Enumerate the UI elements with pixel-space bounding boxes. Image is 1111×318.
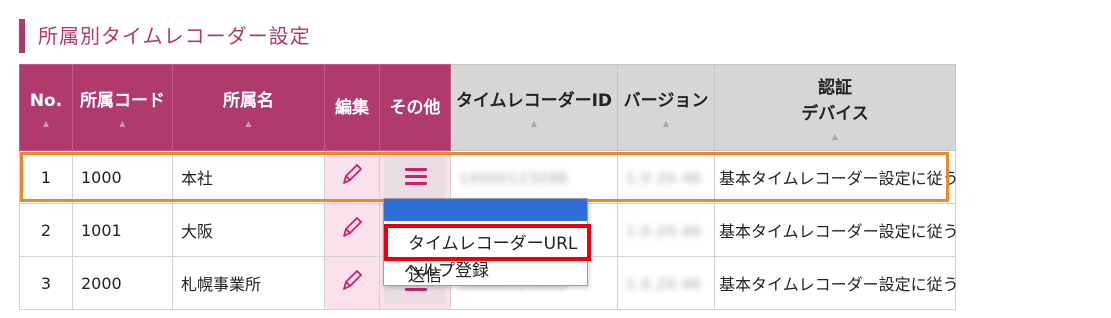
edit-cell xyxy=(324,203,380,257)
cell-device: 基本タイムレコーダー設定に従う xyxy=(714,256,959,310)
sort-icon[interactable]: ▲ xyxy=(20,119,72,128)
cell-device: 基本タイムレコーダー設定に従う xyxy=(714,150,959,204)
pencil-icon[interactable] xyxy=(340,215,364,245)
col-header-edit-label: 編集 xyxy=(335,97,369,118)
other-cell xyxy=(379,150,451,204)
sort-icon[interactable]: ▲ xyxy=(618,119,714,128)
col-header-no[interactable]: No. ▲ xyxy=(19,64,73,151)
pencil-icon[interactable] xyxy=(340,268,364,298)
sort-icon[interactable]: ▲ xyxy=(73,119,172,128)
sort-icon[interactable]: ▲ xyxy=(451,119,617,128)
table-header-row: No. ▲ 所属コード ▲ 所属名 ▲ 編集 その他 タイムレコーダーID ▲ xyxy=(19,64,956,151)
col-header-auth-label-1: 認証 xyxy=(818,77,852,98)
col-header-no-label: No. xyxy=(29,90,63,111)
col-header-other-label: その他 xyxy=(389,97,441,118)
col-header-auth-label-2: デバイス xyxy=(801,103,869,124)
cell-name: 大阪 xyxy=(172,203,325,257)
cell-tr-id: 14000123598 xyxy=(450,150,618,204)
cell-version: 1.0.20.46 xyxy=(617,150,715,204)
col-header-name-label: 所属名 xyxy=(223,90,274,111)
sort-icon[interactable]: ▲ xyxy=(715,132,955,141)
hamburger-menu-button[interactable] xyxy=(384,156,446,198)
hamburger-bar xyxy=(405,182,427,185)
hamburger-menu-icon xyxy=(405,168,427,171)
col-header-tr-id[interactable]: タイムレコーダーID ▲ xyxy=(450,64,618,151)
cell-version: 1.0.20.46 xyxy=(617,256,715,310)
dropdown-active-bar[interactable] xyxy=(384,199,587,221)
send-timerecorder-url-menu-item[interactable]: タイムレコーダーURL送信 xyxy=(384,224,591,286)
version-value: 1.0.20.46 xyxy=(626,223,702,240)
pencil-icon[interactable] xyxy=(340,162,364,192)
page-title: 所属別タイムレコーダー設定 xyxy=(19,19,311,53)
table-row: 1 1000 本社 14000123598 1.0.20.46 基本タイムレコー… xyxy=(19,150,959,204)
cell-device: 基本タイムレコーダー設定に従う xyxy=(714,203,959,257)
cell-version: 1.0.20.46 xyxy=(617,203,715,257)
cell-code: 2000 xyxy=(72,256,173,310)
cell-code: 1000 xyxy=(72,150,173,204)
col-header-tr-id-label: タイムレコーダーID xyxy=(455,90,613,111)
cell-name: 札幌事業所 xyxy=(172,256,325,310)
cell-name: 本社 xyxy=(172,150,325,204)
hamburger-bar xyxy=(405,175,427,178)
help-registration-menu-item[interactable]: ヘルプ登録 xyxy=(384,259,587,285)
sort-icon[interactable]: ▲ xyxy=(173,119,324,128)
col-header-code[interactable]: 所属コード ▲ xyxy=(72,64,173,151)
col-header-name[interactable]: 所属名 ▲ xyxy=(172,64,325,151)
tr-id-value: 14000123598 xyxy=(459,170,568,187)
col-header-auth-device[interactable]: 認証 デバイス ▲ xyxy=(714,64,956,151)
col-header-version[interactable]: バージョン ▲ xyxy=(617,64,715,151)
edit-cell xyxy=(324,150,380,204)
cell-no: 2 xyxy=(19,203,73,257)
edit-cell xyxy=(324,256,380,310)
col-header-version-label: バージョン xyxy=(623,90,709,111)
version-value: 1.0.20.46 xyxy=(626,276,702,293)
col-header-code-label: 所属コード xyxy=(80,90,165,111)
col-header-other: その他 xyxy=(379,64,451,151)
cell-code: 1001 xyxy=(72,203,173,257)
col-header-edit: 編集 xyxy=(324,64,380,151)
cell-no: 3 xyxy=(19,256,73,310)
version-value: 1.0.20.46 xyxy=(626,170,702,187)
other-actions-dropdown: タイムレコーダーURL送信 ヘルプ登録 xyxy=(383,198,591,286)
cell-no: 1 xyxy=(19,150,73,204)
